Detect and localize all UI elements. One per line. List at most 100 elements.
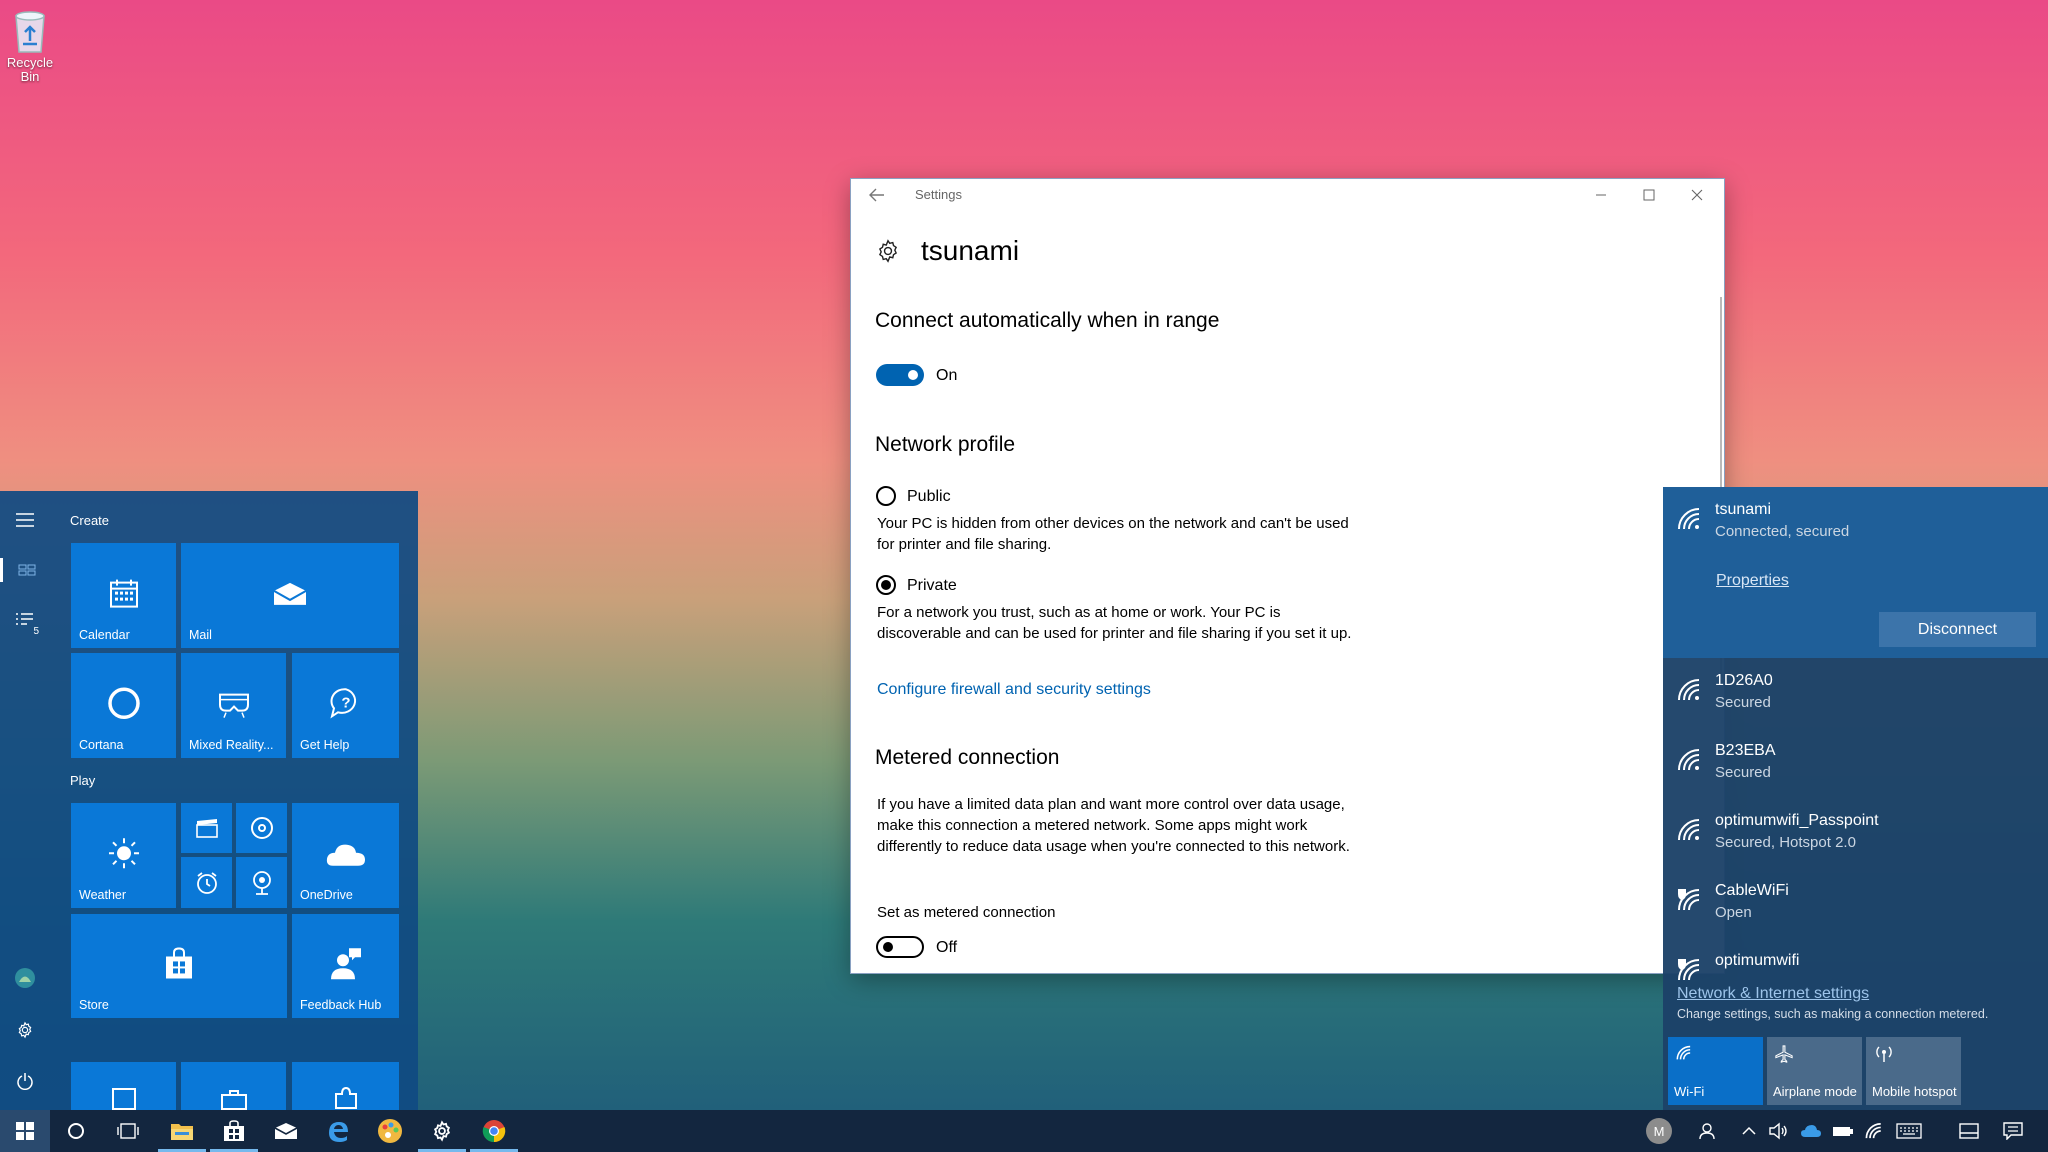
user-avatar[interactable]: M (1644, 1110, 1674, 1152)
all-apps-icon[interactable]: 5 (13, 609, 37, 633)
tile-get-help[interactable]: ? Get Help (292, 653, 399, 758)
maximize-button[interactable] (1625, 179, 1673, 211)
headset-icon (216, 688, 252, 718)
tile-partial-2[interactable] (181, 1062, 286, 1110)
network-name: 1D26A0 (1715, 672, 1773, 690)
airplane-icon (1775, 1045, 1793, 1063)
wifi-open-shield-icon (1677, 958, 1705, 982)
tile-feedback-hub[interactable]: Feedback Hub (292, 914, 399, 1018)
tile-partial-3[interactable] (292, 1062, 399, 1110)
start-rail: 5 (0, 491, 50, 1110)
tile-camera[interactable] (236, 857, 287, 908)
auto-connect-toggle[interactable] (876, 364, 924, 386)
tile-cortana[interactable]: Cortana (71, 653, 176, 758)
public-radio[interactable] (876, 486, 896, 506)
metered-toggle[interactable] (876, 936, 924, 958)
quick-action-airplane[interactable]: Airplane mode (1767, 1037, 1862, 1105)
quick-action-wifi[interactable]: Wi-Fi (1668, 1037, 1763, 1105)
wifi-icon (1677, 818, 1705, 842)
tile-label: Feedback Hub (300, 998, 381, 1012)
task-view-icon (117, 1123, 139, 1139)
close-button[interactable] (1673, 179, 1721, 211)
tiles-view-icon[interactable] (0, 558, 50, 582)
chrome-button[interactable] (468, 1110, 520, 1152)
auto-connect-heading: Connect automatically when in range (875, 309, 1219, 333)
tile-movies[interactable] (181, 803, 232, 853)
network-status: Connected, secured (1715, 523, 1849, 540)
wifi-open-shield-icon (1677, 888, 1705, 912)
connected-network[interactable]: tsunami Connected, secured Properties Di… (1663, 487, 2048, 658)
tile-partial-1[interactable] (71, 1062, 176, 1110)
onedrive-icon[interactable] (1796, 1110, 1826, 1152)
paint-button[interactable] (364, 1110, 416, 1152)
disconnect-button[interactable]: Disconnect (1879, 612, 2036, 647)
network-settings-link[interactable]: Network & Internet settings (1677, 985, 1869, 1003)
network-profile-heading: Network profile (875, 433, 1015, 457)
quick-action-hotspot[interactable]: Mobile hotspot (1866, 1037, 1961, 1105)
tile-store[interactable]: Store (71, 914, 287, 1018)
public-description: Your PC is hidden from other devices on … (877, 513, 1367, 555)
network-item[interactable]: optimumwifi_Passpoint Secured, Hotspot 2… (1663, 798, 2048, 868)
settings-gear-icon (431, 1120, 453, 1142)
firewall-settings-link[interactable]: Configure firewall and security settings (877, 681, 1151, 699)
group-play-label: Play (70, 773, 95, 788)
recycle-bin[interactable]: Recycle Bin (4, 8, 56, 84)
cloud-icon (325, 839, 367, 867)
help-chat-icon: ? (328, 686, 364, 720)
edge-browser-icon (326, 1119, 350, 1143)
store-button[interactable] (208, 1110, 260, 1152)
settings-button[interactable] (416, 1110, 468, 1152)
avatar-letter: M (1646, 1118, 1672, 1144)
chrome-icon (482, 1119, 506, 1143)
tile-onedrive[interactable]: OneDrive (292, 803, 399, 908)
tile-label: Mail (189, 628, 212, 642)
keyboard-icon[interactable] (1892, 1110, 1926, 1152)
cortana-search-button[interactable] (50, 1110, 102, 1152)
task-view-button[interactable] (102, 1110, 154, 1152)
network-tray-icon[interactable] (1860, 1110, 1890, 1152)
network-status: Secured, Hotspot 2.0 (1715, 834, 1856, 851)
tile-weather[interactable]: Weather (71, 803, 176, 908)
settings-gear-icon[interactable] (13, 1018, 37, 1042)
tile-alarms[interactable] (181, 857, 232, 908)
tile-calendar[interactable]: Calendar (71, 543, 176, 648)
battery-icon[interactable] (1828, 1110, 1858, 1152)
mail-button[interactable] (260, 1110, 312, 1152)
private-radio[interactable] (876, 575, 896, 595)
network-name: B23EBA (1715, 742, 1775, 760)
chevron-up-icon[interactable] (1736, 1110, 1762, 1152)
tile-label: Store (79, 998, 109, 1012)
start-button[interactable] (0, 1110, 50, 1152)
properties-link[interactable]: Properties (1716, 572, 1789, 590)
hamburger-menu-icon[interactable] (13, 508, 37, 532)
tile-label: OneDrive (300, 888, 353, 902)
edge-button[interactable] (312, 1110, 364, 1152)
user-avatar-icon[interactable] (13, 966, 37, 990)
file-explorer-button[interactable] (156, 1110, 208, 1152)
cortana-circle-icon (67, 1122, 85, 1140)
tile-mixed-reality[interactable]: Mixed Reality... (181, 653, 286, 758)
network-item[interactable]: CableWiFi Open (1663, 868, 2048, 938)
volume-icon[interactable] (1764, 1110, 1794, 1152)
metered-description: If you have a limited data plan and want… (877, 794, 1367, 857)
network-item[interactable]: 1D26A0 Secured (1663, 658, 2048, 728)
tablet-mode-icon[interactable] (1952, 1110, 1986, 1152)
action-center-icon[interactable] (1996, 1110, 2030, 1152)
tile-label: Calendar (79, 628, 130, 642)
paint-palette-icon (377, 1118, 403, 1144)
back-arrow-icon[interactable] (867, 186, 887, 204)
power-icon[interactable] (13, 1069, 37, 1093)
recycle-bin-icon (8, 8, 52, 54)
tile-label: Weather (79, 888, 126, 902)
taskbar: M (0, 1110, 2048, 1152)
network-item[interactable]: optimumwifi (1663, 938, 2048, 982)
puzzle-icon (332, 1086, 358, 1110)
people-icon[interactable] (1692, 1110, 1726, 1152)
wifi-icon (1676, 1045, 1694, 1061)
tile-mail[interactable]: Mail (181, 543, 399, 648)
tile-groove[interactable] (236, 803, 287, 853)
wifi-icon (1677, 507, 1705, 531)
network-item-connected[interactable]: tsunami Connected, secured (1663, 487, 2048, 557)
minimize-button[interactable] (1577, 179, 1625, 211)
network-item[interactable]: B23EBA Secured (1663, 728, 2048, 798)
